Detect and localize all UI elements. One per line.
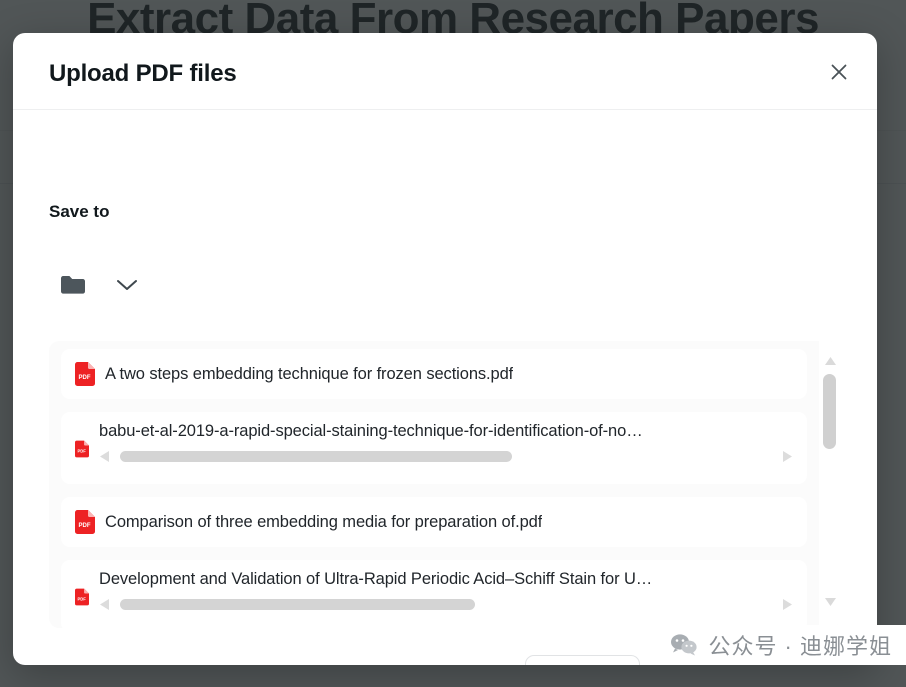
modal-title: Upload PDF files: [49, 60, 237, 87]
save-to-label: Save to: [49, 202, 110, 221]
file-list-container: PDF A two steps embedding technique for …: [49, 341, 840, 628]
triangle-up-icon[interactable]: [823, 355, 837, 367]
cancel-button[interactable]: Cancel: [524, 655, 640, 665]
file-name: Comparison of three embedding media for …: [105, 512, 543, 531]
pdf-file-icon: PDF: [75, 510, 95, 534]
modal-body: Save to PDF A two steps embedding techni…: [13, 110, 877, 665]
list-item[interactable]: PDF A two steps embedding technique for …: [61, 349, 807, 399]
file-name: Development and Validation of Ultra-Rapi…: [99, 570, 653, 588]
svg-text:PDF: PDF: [79, 375, 91, 381]
horizontal-scrollbar[interactable]: [99, 447, 793, 465]
list-item[interactable]: PDF Comparison of three embedding media …: [61, 497, 807, 547]
watermark: 公众号 · 迪娜学姐: [650, 625, 906, 665]
scrollbar-track[interactable]: [116, 450, 776, 462]
triangle-left-icon[interactable]: [99, 598, 110, 611]
save-to-folder-selector[interactable]: [60, 274, 138, 295]
vertical-scrollbar[interactable]: [819, 341, 840, 628]
upload-pdf-modal: Upload PDF files Save to PDF A two steps…: [13, 33, 877, 665]
chevron-down-icon[interactable]: [116, 278, 138, 292]
triangle-left-icon[interactable]: [99, 450, 110, 463]
folder-icon: [60, 274, 86, 295]
svg-text:PDF: PDF: [77, 449, 86, 454]
file-name: A two steps embedding technique for froz…: [105, 364, 514, 383]
triangle-right-icon[interactable]: [782, 598, 793, 611]
scrollbar-thumb[interactable]: [120, 450, 512, 462]
horizontal-scrollbar[interactable]: [99, 595, 793, 613]
list-item[interactable]: PDF babu-et-al-2019-a-rapid-special-stai…: [61, 412, 807, 484]
scrollbar-thumb[interactable]: [823, 374, 836, 449]
list-item[interactable]: PDF Development and Validation of Ultra-…: [61, 560, 807, 628]
wechat-icon: [670, 633, 698, 657]
triangle-down-icon[interactable]: [823, 596, 837, 608]
pdf-file-icon: PDF: [75, 362, 95, 386]
file-name: babu-et-al-2019-a-rapid-special-staining…: [99, 422, 643, 440]
scrollbar-thumb[interactable]: [120, 598, 475, 610]
file-row-content: Development and Validation of Ultra-Rapi…: [99, 568, 793, 613]
file-row-content: babu-et-al-2019-a-rapid-special-staining…: [99, 420, 793, 465]
pdf-file-icon: PDF: [75, 588, 89, 606]
svg-text:PDF: PDF: [79, 523, 91, 529]
close-icon[interactable]: [824, 57, 854, 87]
file-list[interactable]: PDF A two steps embedding technique for …: [49, 341, 819, 628]
watermark-text: 公众号 · 迪娜学姐: [708, 634, 892, 659]
app-root: Extract Data From Research Papers Upload…: [0, 0, 906, 687]
pdf-file-icon: PDF: [75, 440, 89, 458]
svg-text:PDF: PDF: [77, 597, 86, 602]
scrollbar-track[interactable]: [116, 598, 776, 610]
modal-header: Upload PDF files: [13, 33, 877, 110]
triangle-right-icon[interactable]: [782, 450, 793, 463]
